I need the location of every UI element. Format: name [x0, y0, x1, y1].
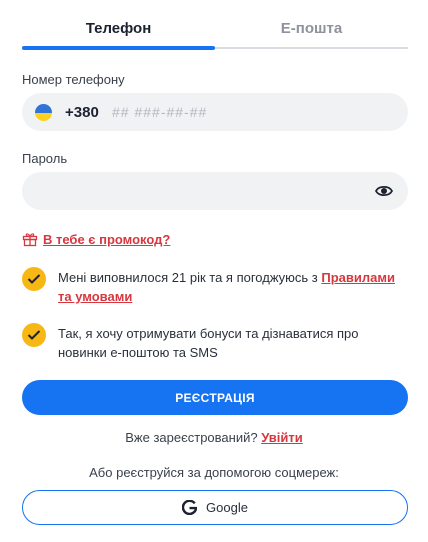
- phone-label: Номер телефону: [22, 72, 125, 87]
- country-code: +380: [65, 104, 99, 121]
- password-label: Пароль: [22, 151, 68, 166]
- phone-input[interactable]: [112, 93, 392, 131]
- ukraine-flag-icon: [35, 104, 52, 121]
- gift-icon: [22, 233, 38, 247]
- promo-code-text: В тебе є промокод?: [43, 231, 171, 247]
- register-button[interactable]: РЕЄСТРАЦІЯ: [22, 380, 408, 415]
- password-input[interactable]: [36, 172, 366, 210]
- promo-code-link[interactable]: В тебе є промокод?: [22, 230, 170, 248]
- age-terms-checkbox[interactable]: [22, 267, 46, 291]
- eye-icon[interactable]: [374, 183, 394, 199]
- login-link[interactable]: Увійти: [261, 430, 303, 445]
- age-terms-text: Мені виповнилося 21 рік та я погоджуюсь …: [58, 268, 408, 306]
- login-prompt-text: Вже зареєстрований?: [125, 430, 262, 445]
- tab-email[interactable]: Е-пошта: [215, 20, 408, 37]
- phone-field[interactable]: +380: [22, 93, 408, 131]
- marketing-text: Так, я хочу отримувати бонуси та дізнава…: [58, 326, 359, 360]
- google-icon: [182, 500, 198, 515]
- marketing-checkbox[interactable]: [22, 323, 46, 347]
- password-field[interactable]: [22, 172, 408, 210]
- login-prompt: Вже зареєстрований? Увійти: [0, 430, 428, 445]
- google-label: Google: [206, 500, 248, 515]
- checkmark-icon: [27, 274, 41, 284]
- age-terms-label: Мені виповнилося 21 рік та я погоджуюсь …: [58, 270, 322, 285]
- social-prompt: Або реєструйся за допомогою соцмереж:: [89, 465, 339, 480]
- tab-active-indicator: [22, 46, 215, 50]
- google-signup-button[interactable]: Google: [22, 490, 408, 525]
- auth-tabs: Телефон Е-пошта: [22, 0, 408, 52]
- tab-phone[interactable]: Телефон: [22, 20, 215, 37]
- checkmark-icon: [27, 330, 41, 340]
